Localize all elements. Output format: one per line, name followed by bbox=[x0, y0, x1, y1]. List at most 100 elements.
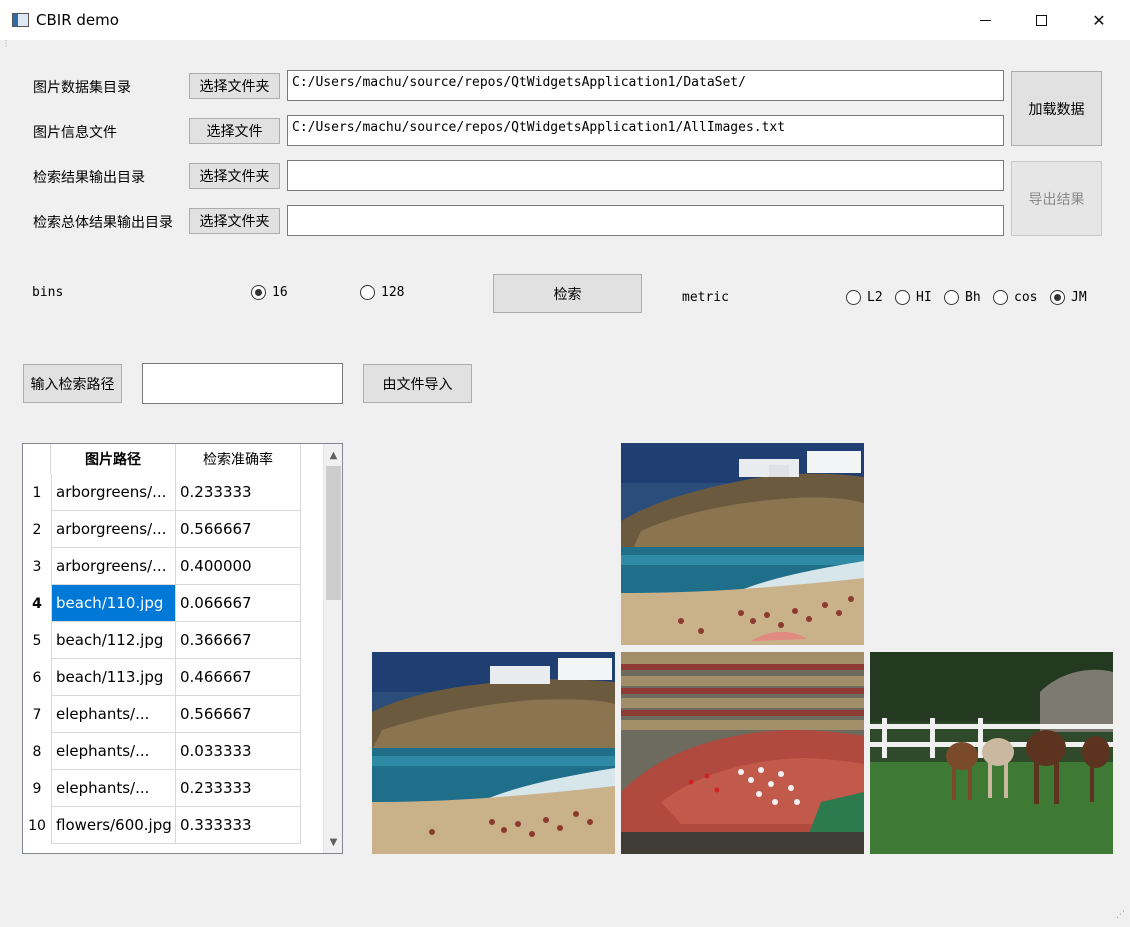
minimize-button[interactable] bbox=[962, 0, 1008, 40]
results-table[interactable]: 图片路径 检索准确率 1 arborgreens/... 0.233333 2 arbo… bbox=[22, 443, 343, 854]
table-row[interactable]: 6 beach/113.jpg 0.466667 bbox=[23, 659, 323, 696]
corner-header bbox=[23, 444, 51, 474]
row-number[interactable]: 8 bbox=[23, 733, 51, 770]
metric-radio-label: cos bbox=[1014, 290, 1038, 305]
table-row[interactable]: 10 flowers/600.jpg 0.333333 bbox=[23, 807, 323, 844]
radio-unchecked-icon bbox=[360, 285, 375, 300]
query-image bbox=[621, 443, 864, 645]
table-row[interactable]: 4 beach/110.jpg 0.066667 bbox=[23, 585, 323, 622]
cell-accuracy[interactable]: 0.233333 bbox=[176, 474, 301, 511]
cell-accuracy[interactable]: 0.566667 bbox=[176, 511, 301, 548]
metric-label: metric bbox=[682, 290, 729, 305]
search-path-input[interactable] bbox=[142, 363, 343, 404]
row-number[interactable]: 5 bbox=[23, 622, 51, 659]
radio-unchecked-icon bbox=[993, 290, 1008, 305]
table-scrollbar[interactable]: ▲ ▼ bbox=[323, 444, 342, 853]
row-number[interactable]: 1 bbox=[23, 474, 51, 511]
cell-image-path[interactable]: elephants/... bbox=[51, 696, 176, 733]
result-dir-field[interactable] bbox=[287, 160, 1004, 191]
metric-radio-cos[interactable]: cos bbox=[993, 290, 1037, 305]
radio-checked-icon bbox=[251, 285, 266, 300]
result-dir-select-button[interactable]: 选择文件夹 bbox=[189, 163, 280, 189]
row-number[interactable]: 2 bbox=[23, 511, 51, 548]
cell-image-path[interactable]: arborgreens/... bbox=[51, 474, 176, 511]
minimize-icon bbox=[979, 19, 991, 21]
cell-accuracy[interactable]: 0.400000 bbox=[176, 548, 301, 585]
cell-accuracy[interactable]: 0.566667 bbox=[176, 696, 301, 733]
metric-radio-label: L2 bbox=[867, 290, 883, 305]
scroll-down-icon[interactable]: ▼ bbox=[324, 833, 342, 851]
metric-radio-jm[interactable]: JM bbox=[1050, 290, 1087, 305]
table-row[interactable]: 8 elephants/... 0.033333 bbox=[23, 733, 323, 770]
scroll-thumb[interactable] bbox=[326, 466, 341, 600]
cell-image-path[interactable]: beach/113.jpg bbox=[51, 659, 176, 696]
bins-radio-label: 128 bbox=[381, 285, 405, 300]
import-from-file-button[interactable]: 由文件导入 bbox=[363, 364, 472, 403]
column-header-accuracy[interactable]: 检索准确率 bbox=[176, 444, 301, 474]
radio-unchecked-icon bbox=[846, 290, 861, 305]
result-image-3 bbox=[870, 652, 1113, 854]
info-file-field[interactable]: C:/Users/machu/source/repos/QtWidgetsApp… bbox=[287, 115, 1004, 146]
title-bar: CBIR demo ✕ bbox=[0, 0, 1130, 40]
table-row[interactable]: 1 arborgreens/... 0.233333 bbox=[23, 474, 323, 511]
metric-radio-label: HI bbox=[916, 290, 932, 305]
cell-accuracy[interactable]: 0.466667 bbox=[176, 659, 301, 696]
column-header-path[interactable]: 图片路径 bbox=[51, 444, 176, 474]
export-results-button[interactable]: 导出结果 bbox=[1011, 161, 1102, 236]
table-header: 图片路径 检索准确率 bbox=[23, 444, 323, 474]
horses-pasture-photo bbox=[870, 652, 1113, 854]
table-row[interactable]: 3 arborgreens/... 0.400000 bbox=[23, 548, 323, 585]
cell-image-path[interactable]: flowers/600.jpg bbox=[51, 807, 176, 844]
radio-checked-icon bbox=[1050, 290, 1065, 305]
row-number[interactable]: 10 bbox=[23, 807, 51, 844]
cell-accuracy[interactable]: 0.066667 bbox=[176, 585, 301, 622]
cell-image-path[interactable]: arborgreens/... bbox=[51, 548, 176, 585]
table-row[interactable]: 7 elephants/... 0.566667 bbox=[23, 696, 323, 733]
radio-unchecked-icon bbox=[895, 290, 910, 305]
cell-accuracy[interactable]: 0.233333 bbox=[176, 770, 301, 807]
metric-radio-hi[interactable]: HI bbox=[895, 290, 932, 305]
scroll-up-icon[interactable]: ▲ bbox=[324, 446, 342, 464]
table-row[interactable]: 9 elephants/... 0.233333 bbox=[23, 770, 323, 807]
maximize-icon bbox=[1035, 14, 1047, 26]
row-number[interactable]: 4 bbox=[23, 585, 51, 622]
metric-radio-label: Bh bbox=[965, 290, 981, 305]
cell-image-path[interactable]: beach/112.jpg bbox=[51, 622, 176, 659]
dataset-dir-label: 图片数据集目录 bbox=[33, 80, 131, 96]
table-row[interactable]: 5 beach/112.jpg 0.366667 bbox=[23, 622, 323, 659]
app-window-icon bbox=[12, 13, 29, 27]
resize-grip-icon[interactable]: ⋰ bbox=[1116, 911, 1128, 925]
cell-image-path[interactable]: beach/110.jpg bbox=[51, 585, 176, 622]
cell-accuracy[interactable]: 0.033333 bbox=[176, 733, 301, 770]
row-number[interactable]: 3 bbox=[23, 548, 51, 585]
window-title: CBIR demo bbox=[36, 11, 119, 29]
info-file-select-button[interactable]: 选择文件 bbox=[189, 118, 280, 144]
metric-radio-bh[interactable]: Bh bbox=[944, 290, 981, 305]
metric-radio-l2[interactable]: L2 bbox=[846, 290, 883, 305]
row-number[interactable]: 6 bbox=[23, 659, 51, 696]
load-data-button[interactable]: 加载数据 bbox=[1011, 71, 1102, 146]
beach-cliff-photo bbox=[372, 652, 615, 854]
row-number[interactable]: 9 bbox=[23, 770, 51, 807]
input-search-path-button[interactable]: 输入检索路径 bbox=[23, 364, 122, 403]
bins-radio-label: 16 bbox=[272, 285, 288, 300]
dataset-dir-field[interactable]: C:/Users/machu/source/repos/QtWidgetsApp… bbox=[287, 70, 1004, 101]
search-button[interactable]: 检索 bbox=[493, 274, 642, 313]
maximize-button[interactable] bbox=[1018, 0, 1064, 40]
row-number[interactable]: 7 bbox=[23, 696, 51, 733]
cell-accuracy[interactable]: 0.333333 bbox=[176, 807, 301, 844]
table-row[interactable]: 2 arborgreens/... 0.566667 bbox=[23, 511, 323, 548]
close-icon: ✕ bbox=[1092, 10, 1106, 30]
close-button[interactable]: ✕ bbox=[1076, 0, 1122, 40]
bins-radio-16[interactable]: 16 bbox=[251, 285, 288, 300]
overall-dir-field[interactable] bbox=[287, 205, 1004, 236]
cell-image-path[interactable]: elephants/... bbox=[51, 733, 176, 770]
overall-dir-select-button[interactable]: 选择文件夹 bbox=[189, 208, 280, 234]
overall-dir-label: 检索总体结果输出目录 bbox=[33, 215, 173, 231]
metric-radio-label: JM bbox=[1071, 290, 1087, 305]
cell-image-path[interactable]: elephants/... bbox=[51, 770, 176, 807]
cell-image-path[interactable]: arborgreens/... bbox=[51, 511, 176, 548]
cell-accuracy[interactable]: 0.366667 bbox=[176, 622, 301, 659]
dataset-dir-select-button[interactable]: 选择文件夹 bbox=[189, 73, 280, 99]
bins-radio-128[interactable]: 128 bbox=[360, 285, 404, 300]
